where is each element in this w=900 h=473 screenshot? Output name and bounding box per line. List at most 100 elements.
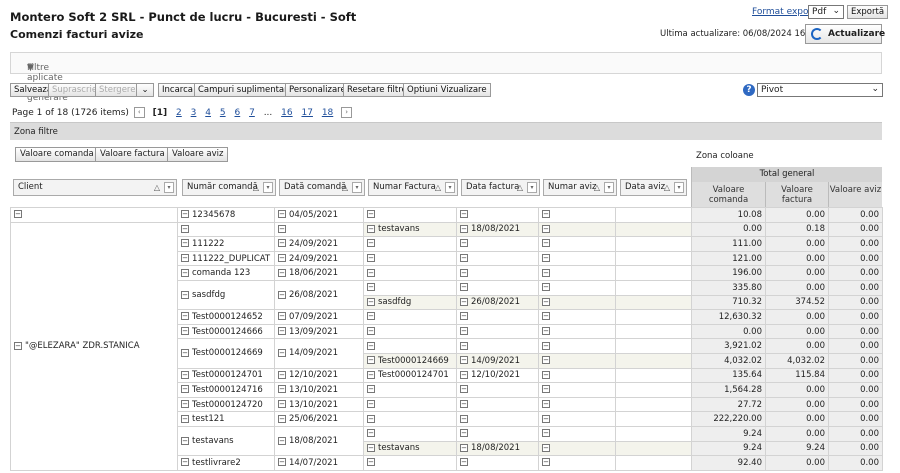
order-no-cell[interactable]: −111222_DUPLICAT — [177, 250, 275, 267]
notice-no-cell[interactable]: − — [538, 425, 616, 442]
collapse-icon[interactable]: − — [460, 443, 468, 452]
invoice-date-cell[interactable]: − — [456, 309, 539, 325]
client-cell[interactable]: − — [10, 207, 178, 223]
collapse-icon[interactable]: − — [367, 254, 375, 263]
invoice-date-cell[interactable]: −18/08/2021 — [456, 440, 539, 457]
collapse-icon[interactable]: − — [460, 341, 468, 350]
collapse-icon[interactable]: − — [278, 268, 286, 277]
notice-no-cell[interactable]: − — [538, 338, 616, 354]
invoice-date-cell[interactable]: −26/08/2021 — [456, 294, 539, 311]
collapse-icon[interactable]: − — [181, 458, 189, 467]
customize-button[interactable]: Personalizare — [285, 83, 350, 97]
view-options-button[interactable]: Optiuni Vizualizare — [403, 83, 491, 97]
next-page-icon[interactable]: › — [341, 107, 353, 118]
invoice-date-cell[interactable]: − — [456, 265, 539, 281]
collapse-icon[interactable]: − — [181, 327, 189, 336]
invoice-no-cell[interactable]: − Test0000124701 — [363, 367, 457, 384]
collapse-icon[interactable]: − — [460, 458, 468, 467]
sort-icon[interactable]: △ — [154, 180, 160, 195]
reset-filters-button[interactable]: Resetare filtre — [343, 83, 411, 97]
notice-no-cell[interactable]: − — [538, 411, 616, 427]
page-link[interactable]: 17 — [301, 108, 312, 118]
collapse-icon[interactable]: − — [542, 327, 550, 336]
page-link[interactable]: 3 — [191, 108, 197, 118]
client-group-cell[interactable]: − "@ELEZARA" ZDR.STANICA — [10, 221, 178, 471]
collapse-icon[interactable]: − — [367, 370, 375, 379]
column-header-invoice-date[interactable]: Data factura △ ▾ — [461, 179, 540, 196]
collapse-icon[interactable]: − — [460, 283, 468, 292]
notice-no-cell[interactable]: − — [538, 207, 616, 223]
order-no-cell[interactable]: − sasdfdg — [177, 279, 275, 311]
order-no-cell[interactable]: − testlivrare2 — [177, 455, 275, 471]
collapse-icon[interactable]: − — [367, 356, 375, 365]
format-select[interactable]: Pdf ⌄ — [808, 5, 844, 19]
notice-no-cell[interactable]: − — [538, 352, 616, 369]
extra-fields-button[interactable]: Campuri suplimentare — [194, 83, 297, 97]
invoice-no-cell[interactable]: − — [363, 265, 457, 281]
order-no-cell[interactable]: − comanda 123 — [177, 265, 275, 281]
collapse-icon[interactable]: − — [460, 370, 468, 379]
notice-no-cell[interactable]: − — [538, 396, 616, 413]
invoice-date-cell[interactable]: −14/09/2021 — [456, 352, 539, 369]
collapse-icon[interactable]: − — [542, 268, 550, 277]
invoice-no-cell[interactable]: − Test0000124669 — [363, 352, 457, 369]
collapse-icon[interactable]: − — [181, 224, 189, 233]
applied-filters-bar[interactable]: ▼ Filtre aplicate la generare — [10, 52, 882, 103]
invoice-no-cell[interactable]: − — [363, 396, 457, 413]
order-date-cell[interactable]: −14/07/2021 — [274, 455, 364, 471]
collapse-icon[interactable]: − — [181, 268, 189, 277]
order-date-cell[interactable]: −12/10/2021 — [274, 367, 364, 384]
collapse-icon[interactable]: − — [460, 385, 468, 394]
collapse-icon[interactable]: − — [278, 436, 286, 445]
invoice-no-cell[interactable]: − — [363, 425, 457, 442]
order-no-cell[interactable]: − Test0000124716 — [177, 382, 275, 398]
order-date-cell[interactable]: − — [274, 221, 364, 238]
invoice-no-cell[interactable]: − — [363, 236, 457, 252]
filter-dropdown-icon[interactable]: ▾ — [604, 182, 614, 193]
collapse-icon[interactable]: − — [367, 385, 375, 394]
collapse-icon[interactable]: − — [460, 210, 468, 219]
collapse-icon[interactable]: − — [278, 254, 286, 263]
page-link[interactable]: 6 — [234, 108, 240, 118]
collapse-icon[interactable]: − — [542, 239, 550, 248]
notice-no-cell[interactable]: − — [538, 294, 616, 311]
order-no-cell[interactable]: − Test0000124669 — [177, 338, 275, 369]
order-date-cell[interactable]: −26/08/2021 — [274, 279, 364, 311]
collapse-icon[interactable]: − — [542, 297, 550, 306]
collapse-icon[interactable]: − — [460, 297, 468, 306]
collapse-icon[interactable]: − — [278, 458, 286, 467]
filter-dropdown-icon[interactable]: ▾ — [263, 182, 273, 193]
collapse-icon[interactable]: − — [460, 400, 468, 409]
page-link[interactable]: 18 — [322, 108, 333, 118]
order-no-cell[interactable]: − test121 — [177, 411, 275, 427]
collapse-icon[interactable]: − — [367, 239, 375, 248]
invoice-no-cell[interactable]: − — [363, 250, 457, 267]
order-no-cell[interactable]: − Test0000124701 — [177, 367, 275, 384]
collapse-icon[interactable]: − — [14, 210, 22, 219]
order-date-cell[interactable]: −13/10/2021 — [274, 382, 364, 398]
invoice-date-cell[interactable]: − — [456, 455, 539, 471]
collapse-icon[interactable]: − — [278, 290, 286, 299]
notice-no-cell[interactable]: − — [538, 309, 616, 325]
order-date-cell[interactable]: −13/09/2021 — [274, 323, 364, 340]
order-no-cell[interactable]: − — [177, 221, 275, 238]
sort-icon[interactable]: △ — [594, 180, 600, 195]
collapse-icon[interactable]: − — [460, 414, 468, 423]
collapse-icon[interactable]: − — [278, 414, 286, 423]
invoice-no-cell[interactable]: − testavans — [363, 221, 457, 238]
order-date-cell[interactable]: −25/06/2021 — [274, 411, 364, 427]
load-button[interactable]: Incarca — [158, 83, 197, 97]
invoice-date-cell[interactable]: −18/08/2021 — [456, 221, 539, 238]
filter-dropdown-icon[interactable]: ▾ — [527, 182, 537, 193]
filter-dropdown-icon[interactable]: ▾ — [352, 182, 362, 193]
notice-no-cell[interactable]: − — [538, 236, 616, 252]
invoice-date-cell[interactable]: − — [456, 250, 539, 267]
page-link[interactable]: 16 — [281, 108, 292, 118]
collapse-icon[interactable]: − — [542, 210, 550, 219]
field-valoare-factura[interactable]: Valoare factura — [95, 147, 170, 162]
overwrite-button[interactable]: Suprascrie — [48, 83, 102, 97]
column-header-order-no[interactable]: Număr comandă △ ▾ — [182, 179, 276, 196]
notice-no-cell[interactable]: − — [538, 440, 616, 457]
column-header-order-date[interactable]: Dată comandă △ ▾ — [279, 179, 365, 196]
filter-dropdown-icon[interactable]: ▾ — [445, 182, 455, 193]
